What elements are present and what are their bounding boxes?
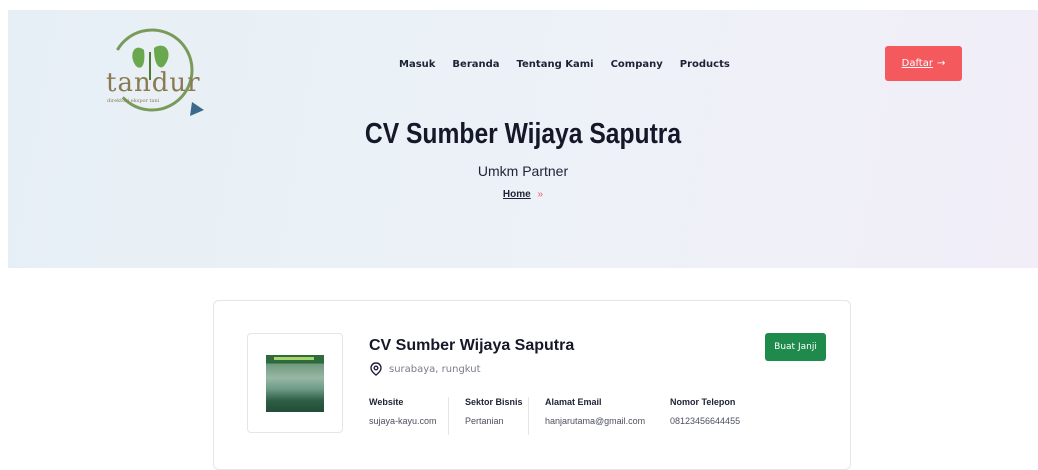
info-email: Alamat Email hanjarutama@gmail.com xyxy=(528,397,645,435)
breadcrumb: Home » xyxy=(8,189,1038,200)
logo-tagline: direktori ekspor tani xyxy=(107,98,160,104)
company-location: surabaya, rungkut xyxy=(369,362,481,376)
info-label: Nomor Telepon xyxy=(670,397,736,407)
main-nav: Masuk Beranda Tentang Kami Company Produ… xyxy=(399,59,747,70)
make-appointment-button[interactable]: Buat Janji xyxy=(765,333,826,361)
company-image-frame xyxy=(247,333,343,433)
company-name: CV Sumber Wijaya Saputra xyxy=(369,337,575,354)
hero-banner: tandur direktori ekspor tani Masuk Beran… xyxy=(8,10,1038,268)
nav-item-products[interactable]: Products xyxy=(680,59,730,70)
brand-logo[interactable]: tandur direktori ekspor tani xyxy=(104,22,214,117)
page-subtitle: Umkm Partner xyxy=(477,163,569,179)
page-title: CV Sumber Wijaya Saputra xyxy=(364,118,682,150)
register-button[interactable]: Daftar → xyxy=(885,46,962,81)
info-label: Website xyxy=(369,397,404,407)
company-image xyxy=(266,355,324,412)
website-link[interactable]: sujaya-kayu.com xyxy=(369,416,437,426)
breadcrumb-separator-icon: » xyxy=(537,189,544,200)
location-pin-icon xyxy=(370,362,382,376)
register-label: Daftar xyxy=(901,58,933,69)
company-card: CV Sumber Wijaya Saputra surabaya, rungk… xyxy=(213,300,851,470)
logo-wordmark: tandur xyxy=(106,68,201,98)
info-sector: Sektor Bisnis Pertanian xyxy=(448,397,523,435)
location-text: surabaya, rungkut xyxy=(389,363,481,375)
info-value: Pertanian xyxy=(465,416,504,426)
breadcrumb-home-link[interactable]: Home xyxy=(503,189,531,200)
nav-item-company[interactable]: Company xyxy=(611,59,663,70)
info-phone: Nomor Telepon 08123456644455 xyxy=(670,397,740,426)
info-website: Website sujaya-kayu.com xyxy=(369,397,437,426)
email-link[interactable]: hanjarutama@gmail.com xyxy=(545,416,645,426)
info-label: Sektor Bisnis xyxy=(465,397,523,407)
info-label: Alamat Email xyxy=(545,397,602,407)
nav-item-beranda[interactable]: Beranda xyxy=(452,59,499,70)
nav-item-tentang-kami[interactable]: Tentang Kami xyxy=(517,59,594,70)
arrow-right-icon: → xyxy=(936,58,946,69)
nav-item-masuk[interactable]: Masuk xyxy=(399,59,435,70)
phone-value: 08123456644455 xyxy=(670,416,741,426)
